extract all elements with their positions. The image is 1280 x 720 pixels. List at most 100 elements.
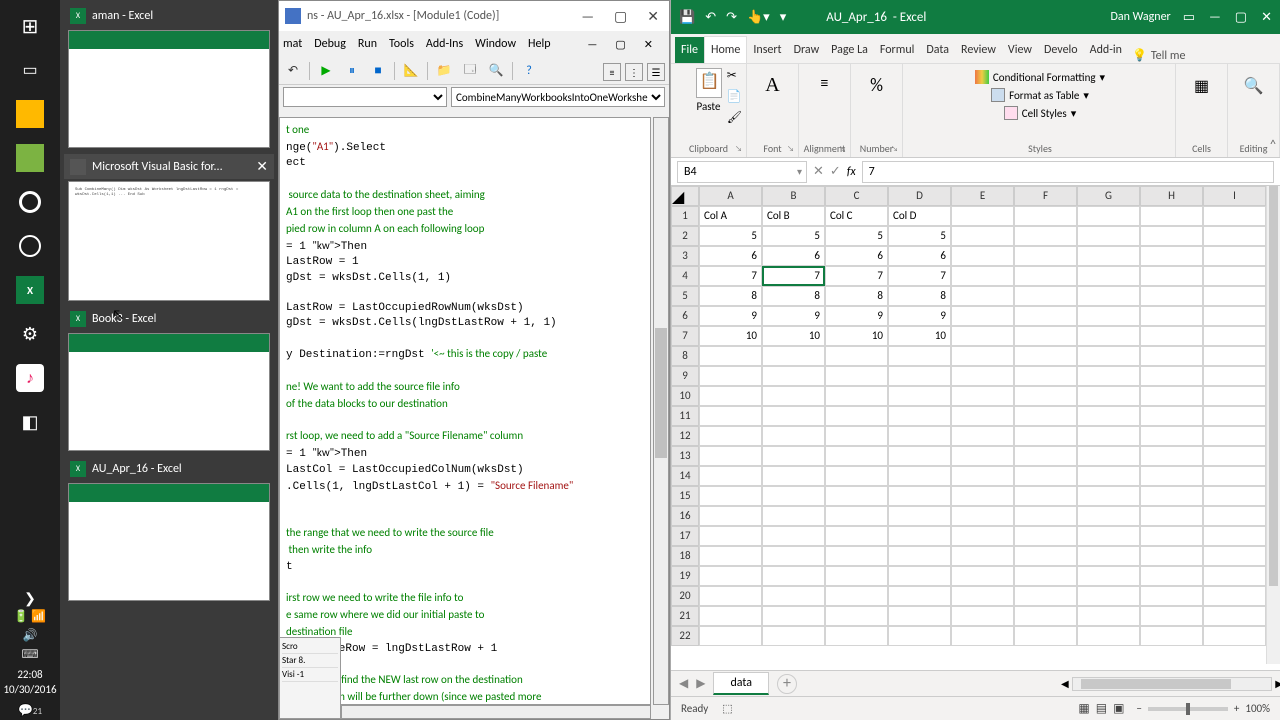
cell[interactable] <box>1203 386 1266 406</box>
cell[interactable] <box>1140 286 1203 306</box>
start-button[interactable]: ⊞ <box>6 6 54 46</box>
page-layout-view-button[interactable]: ▤ <box>1096 701 1107 716</box>
menu-window[interactable]: Window <box>475 37 516 51</box>
cell[interactable] <box>888 586 951 606</box>
system-clock[interactable]: 22:08 10/30/2016 <box>3 668 56 697</box>
cell[interactable] <box>699 346 762 366</box>
cell[interactable] <box>1014 626 1077 646</box>
cell[interactable] <box>951 606 1014 626</box>
cell[interactable] <box>951 426 1014 446</box>
cell[interactable] <box>825 446 888 466</box>
number-dialog-launcher[interactable]: ↘ <box>891 144 898 154</box>
close-thumbnail-button[interactable]: ✕ <box>256 158 268 175</box>
page-break-view-button[interactable]: ▣ <box>1113 701 1124 716</box>
cell[interactable] <box>888 546 951 566</box>
cell[interactable] <box>1014 466 1077 486</box>
number-group[interactable]: % Number ↘ <box>851 64 903 157</box>
cell[interactable] <box>1203 226 1266 246</box>
cell[interactable] <box>951 626 1014 646</box>
cell[interactable] <box>1140 366 1203 386</box>
cell[interactable] <box>1077 566 1140 586</box>
new-sheet-button[interactable]: + <box>777 674 797 694</box>
cell[interactable] <box>762 526 825 546</box>
cell[interactable] <box>1014 446 1077 466</box>
cell[interactable] <box>1077 246 1140 266</box>
cell[interactable] <box>1203 406 1266 426</box>
cell[interactable] <box>762 626 825 646</box>
column-header[interactable]: G <box>1077 186 1140 206</box>
cell-styles-button[interactable]: Cell Styles ▾ <box>1004 106 1076 120</box>
zoom-level[interactable]: 100% <box>1245 702 1270 715</box>
cell[interactable] <box>699 466 762 486</box>
cell[interactable] <box>825 506 888 526</box>
cell[interactable] <box>762 546 825 566</box>
cell[interactable]: 10 <box>699 326 762 346</box>
cell[interactable] <box>951 506 1014 526</box>
cell[interactable]: Col A <box>699 206 762 226</box>
cell[interactable] <box>951 386 1014 406</box>
cell[interactable] <box>1140 246 1203 266</box>
app-icon[interactable] <box>6 138 54 178</box>
task-thumbnail[interactable]: Xaman - Excel <box>64 4 274 148</box>
cell[interactable] <box>762 566 825 586</box>
cell[interactable] <box>951 566 1014 586</box>
cell[interactable] <box>888 366 951 386</box>
alignment-group[interactable]: ≡ Alignment ↘ <box>799 64 851 157</box>
excel-vertical-scrollbar[interactable] <box>1266 186 1280 664</box>
cell[interactable] <box>699 366 762 386</box>
cell[interactable] <box>1203 486 1266 506</box>
cell[interactable] <box>1203 246 1266 266</box>
paste-button[interactable]: Paste <box>696 68 722 113</box>
cell[interactable] <box>1014 586 1077 606</box>
toggle-3[interactable]: ☰ <box>647 63 665 81</box>
cell[interactable] <box>1140 506 1203 526</box>
cell[interactable] <box>825 586 888 606</box>
mdi-minimize[interactable]: — <box>587 38 597 51</box>
cell[interactable] <box>888 626 951 646</box>
cell[interactable] <box>951 346 1014 366</box>
cell[interactable] <box>699 546 762 566</box>
cell[interactable] <box>762 366 825 386</box>
vba-vertical-scrollbar[interactable] <box>653 117 669 705</box>
cell[interactable] <box>1077 486 1140 506</box>
row-header[interactable]: 13 <box>671 446 699 466</box>
toggle-2[interactable]: ⋮ <box>625 63 643 81</box>
mdi-close[interactable]: ✕ <box>644 38 653 51</box>
cell[interactable] <box>825 426 888 446</box>
cell[interactable] <box>1140 466 1203 486</box>
cell[interactable] <box>951 446 1014 466</box>
procedure-dropdown[interactable]: CombineManyWorkbooksIntoOneWorkshe <box>451 87 665 107</box>
cell[interactable] <box>1203 306 1266 326</box>
cell[interactable] <box>1014 266 1077 286</box>
cell[interactable]: 9 <box>825 306 888 326</box>
cell[interactable]: 7 <box>699 266 762 286</box>
cell[interactable]: 10 <box>825 326 888 346</box>
zoom-in-button[interactable]: + <box>1234 702 1239 715</box>
cell[interactable] <box>1203 446 1266 466</box>
column-header[interactable]: A <box>699 186 762 206</box>
cell[interactable] <box>762 426 825 446</box>
name-box[interactable]: B4 <box>677 161 807 183</box>
cell[interactable] <box>1077 226 1140 246</box>
cell[interactable] <box>699 526 762 546</box>
cancel-icon[interactable]: ✕ <box>813 164 824 179</box>
cell[interactable]: 9 <box>699 306 762 326</box>
row-header[interactable]: 1 <box>671 206 699 226</box>
cell[interactable] <box>1014 366 1077 386</box>
properties-button[interactable]: 🗔 <box>460 61 480 81</box>
column-header[interactable]: H <box>1140 186 1203 206</box>
cell[interactable] <box>1203 206 1266 226</box>
excel-titlebar[interactable]: 💾 ↶ ↷ 👆▾ ▾ AU_Apr_16 - Excel Dan Wagner … <box>671 0 1280 34</box>
minimize-button[interactable]: — <box>1209 10 1221 25</box>
cell[interactable] <box>1203 426 1266 446</box>
cell[interactable] <box>1077 406 1140 426</box>
cell[interactable] <box>825 386 888 406</box>
cell[interactable]: 6 <box>825 246 888 266</box>
cell[interactable] <box>699 586 762 606</box>
cell[interactable] <box>825 346 888 366</box>
sheet-tab-data[interactable]: data <box>713 672 769 695</box>
cell[interactable] <box>1203 366 1266 386</box>
cell[interactable] <box>951 466 1014 486</box>
cell[interactable] <box>762 606 825 626</box>
save-button[interactable]: 💾 <box>679 10 695 25</box>
